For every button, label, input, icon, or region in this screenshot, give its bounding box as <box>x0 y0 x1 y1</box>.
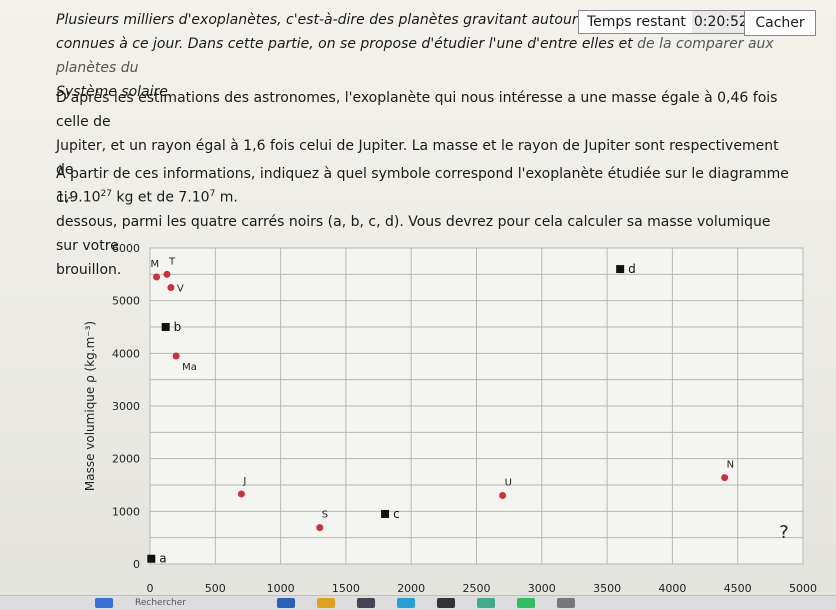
taskbar-search[interactable]: Rechercher <box>135 598 255 608</box>
option-square <box>161 323 170 331</box>
planet-label: V <box>177 284 184 295</box>
hide-timer-button[interactable]: Cacher <box>744 10 816 36</box>
x-tick-label: 0 <box>147 582 154 595</box>
x-tick-label: 2500 <box>463 582 491 595</box>
option-square <box>147 554 156 563</box>
option-square <box>616 265 625 274</box>
app-icon-2[interactable] <box>317 598 335 608</box>
option-square-label: c <box>393 507 400 521</box>
app-icon-1[interactable] <box>277 598 295 608</box>
app-icon-7[interactable] <box>517 598 535 608</box>
option-square <box>381 509 390 518</box>
planet-point <box>316 524 324 532</box>
planet-point <box>153 273 161 281</box>
planet-point <box>163 270 171 278</box>
planet-label: T <box>168 256 176 267</box>
y-tick-label: 0 <box>133 558 140 571</box>
y-tick-label: 2000 <box>112 453 140 466</box>
x-tick-label: 3500 <box>593 582 621 595</box>
app-icon-4[interactable] <box>397 598 415 608</box>
y-tick-label: 6000 <box>112 242 140 255</box>
x-tick-label: 1500 <box>332 582 360 595</box>
planet-point <box>172 352 180 360</box>
x-tick-label: 4500 <box>724 582 752 595</box>
app-icon-6[interactable] <box>477 598 495 608</box>
density-chart: 0 1000 2000 3000 4000 5000 6000 0 500 1000 1500 200… <box>56 238 836 595</box>
app-icon-8[interactable] <box>557 598 575 608</box>
data-line-1: D'après les estimations des astronomes, … <box>56 90 778 130</box>
x-tick-label: 4000 <box>658 582 686 595</box>
intro-line-2: connues à ce jour. Dans cette partie, on… <box>56 36 633 52</box>
x-tick-label: 500 <box>205 582 226 595</box>
timer-box: Temps restant 0:20:52 <box>578 10 759 34</box>
planet-label: M <box>151 259 160 270</box>
timer-value: 0:20:52 <box>691 11 750 33</box>
planet-point <box>167 284 175 291</box>
taskbar: Rechercher <box>0 595 836 610</box>
x-tick-label: 1000 <box>267 582 295 595</box>
help-icon: ? <box>779 522 789 543</box>
density-chart-svg: 0 1000 2000 3000 4000 5000 6000 0 500 1000 1500 200… <box>83 242 817 595</box>
planet-label: Ma <box>182 362 197 373</box>
y-tick-label: 3000 <box>112 400 140 413</box>
question-line-1: À partir de ces informations, indiquez à… <box>56 166 789 206</box>
y-tick-label: 1000 <box>112 505 140 518</box>
start-icon[interactable] <box>95 598 113 608</box>
timer-label: Temps restant <box>587 14 686 30</box>
intro-line-1: Plusieurs milliers d'exoplanètes, c'est-… <box>56 12 635 28</box>
planet-point <box>721 474 729 482</box>
exercise-page: Plusieurs milliers d'exoplanètes, c'est-… <box>0 0 836 595</box>
x-tick-label: 3000 <box>528 582 556 595</box>
planet-point <box>237 490 245 498</box>
app-icon-5[interactable] <box>437 598 455 608</box>
planet-point <box>499 492 507 500</box>
y-tick-label: 5000 <box>112 295 140 308</box>
planet-label: U <box>505 478 512 489</box>
y-tick-label: 4000 <box>112 347 140 360</box>
y-axis-label: Masse volumique ρ (kg.m⁻³) <box>83 321 97 491</box>
planet-label: N <box>727 460 734 471</box>
option-square-label: b <box>174 320 182 334</box>
option-square-label: d <box>628 262 636 276</box>
app-icon-3[interactable] <box>357 598 375 608</box>
planet-label: S <box>322 510 328 521</box>
x-tick-label: 5000 <box>789 582 817 595</box>
planet-label: J <box>242 476 246 487</box>
option-square-label: a <box>159 552 166 566</box>
timer-bar: Temps restant 0:20:52 <box>578 10 759 34</box>
x-tick-label: 2000 <box>397 582 425 595</box>
